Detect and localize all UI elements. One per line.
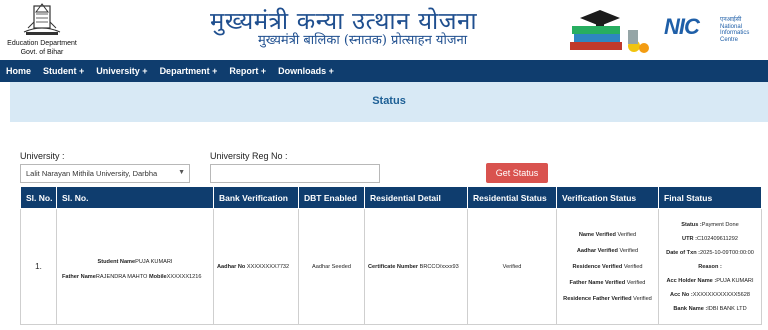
page-title: Status: [372, 95, 406, 107]
col-header: Sl. No.: [20, 186, 57, 209]
main-nav: Home Student + University + Department +…: [0, 60, 768, 82]
status-table: Sl. No. Sl. No. Bank Verification DBT En…: [20, 186, 762, 325]
nav-department[interactable]: Department +: [160, 66, 218, 76]
nav-student[interactable]: Student +: [43, 66, 84, 76]
nav-downloads[interactable]: Downloads +: [278, 66, 334, 76]
graduation-books-icon: [570, 10, 649, 53]
table-row: 1. Student NamePUJA KUMARI Father NameRA…: [20, 208, 762, 325]
residential-detail-cell: Certificate Number BRCCO/xxxx93: [364, 208, 468, 325]
col-header: Bank Verification: [213, 186, 299, 209]
university-select[interactable]: Lalit Narayan Mithila University, Darbha…: [20, 164, 190, 183]
sl-cell: 1.: [20, 208, 57, 325]
table-header-row: Sl. No. Sl. No. Bank Verification DBT En…: [20, 186, 762, 209]
col-header: DBT Enabled: [298, 186, 365, 209]
student-cell: Student NamePUJA KUMARI Father NameRAJEN…: [56, 208, 214, 325]
residential-status-cell: Verified: [467, 208, 557, 325]
bank-verification-cell: Aadhar No XXXXXXXX7732: [213, 208, 299, 325]
page-title-band: Status: [10, 82, 768, 122]
nav-home[interactable]: Home: [6, 66, 31, 76]
reg-no-label: University Reg No :: [210, 151, 288, 161]
final-status-cell: Status :Payment Done UTR :C102409611292 …: [658, 208, 762, 325]
col-header: Residential Status: [467, 186, 557, 209]
col-header: Sl. No.: [56, 186, 214, 209]
site-header: Education Department Govt. of Bihar मुख्…: [0, 0, 768, 60]
col-header: Verification Status: [556, 186, 659, 209]
chevron-down-icon: ▼: [178, 169, 185, 176]
col-header: Residential Detail: [364, 186, 468, 209]
nic-logo: NIC एनआईसी National Informatics Centre: [664, 14, 750, 43]
university-label: University :: [20, 151, 65, 161]
reg-no-input[interactable]: [210, 164, 380, 183]
dbt-cell: Aadhar Seeded: [298, 208, 365, 325]
verification-status-cell: Name Verified Verified Aadhar Verified V…: [556, 208, 659, 325]
nav-university[interactable]: University +: [96, 66, 147, 76]
bihar-emblem-icon: [23, 3, 61, 35]
nav-report[interactable]: Report +: [229, 66, 266, 76]
department-label: Education Department Govt. of Bihar: [7, 40, 77, 56]
get-status-button[interactable]: Get Status: [486, 163, 548, 183]
scheme-subtitle: मुख्यमंत्री बालिका (स्नातक) प्रोत्साहन य…: [258, 33, 468, 48]
col-header: Final Status: [658, 186, 762, 209]
